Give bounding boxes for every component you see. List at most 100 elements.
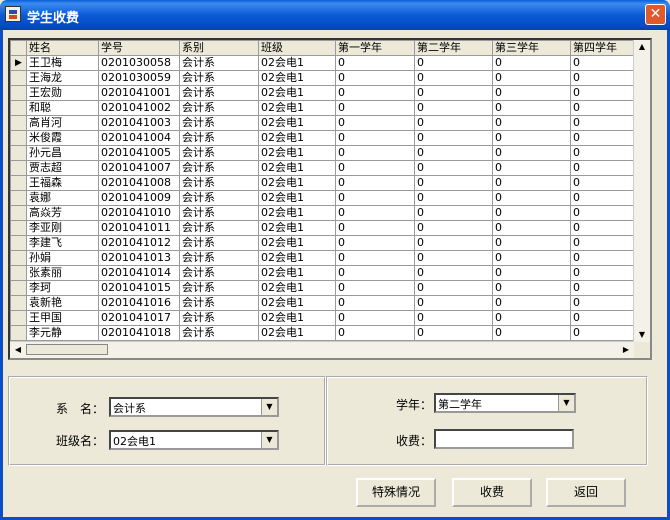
table-row[interactable]: 王海龙 0201030059 会计系 02会电1 0 0 0 0 xyxy=(10,70,635,86)
col-header-id[interactable]: 学号 xyxy=(98,40,180,56)
table-cell[interactable]: 02会电1 xyxy=(258,115,336,131)
table-cell[interactable]: 0 xyxy=(335,130,415,146)
table-cell[interactable]: 0 xyxy=(492,205,571,221)
table-cell[interactable]: 02会电1 xyxy=(258,130,336,146)
table-row[interactable]: 李亚刚 0201041011 会计系 02会电1 0 0 0 0 xyxy=(10,220,635,236)
table-cell[interactable]: 0 xyxy=(335,325,415,341)
horizontal-scroll-thumb[interactable] xyxy=(26,344,108,355)
table-cell[interactable]: 会计系 xyxy=(179,55,259,71)
table-cell[interactable]: 02会电1 xyxy=(258,280,336,296)
table-row[interactable]: 孙娟 0201041013 会计系 02会电1 0 0 0 0 xyxy=(10,250,635,266)
table-cell[interactable]: 02会电1 xyxy=(258,190,336,206)
table-row[interactable]: 李珂 0201041015 会计系 02会电1 0 0 0 0 xyxy=(10,280,635,296)
table-cell[interactable]: 高肖河 xyxy=(26,115,99,131)
col-header-name[interactable]: 姓名 xyxy=(26,40,99,56)
table-cell[interactable]: 02会电1 xyxy=(258,160,336,176)
table-cell[interactable]: 0 xyxy=(570,250,635,266)
table-cell[interactable]: 0 xyxy=(492,85,571,101)
table-cell[interactable]: 0 xyxy=(335,70,415,86)
row-selector[interactable] xyxy=(10,175,27,191)
table-cell[interactable]: 和聪 xyxy=(26,100,99,116)
table-cell[interactable]: 0 xyxy=(335,235,415,251)
col-header-class[interactable]: 班级 xyxy=(258,40,336,56)
table-cell[interactable]: 0 xyxy=(414,70,493,86)
chevron-down-icon[interactable]: ▼ xyxy=(261,432,277,448)
col-header-dept[interactable]: 系别 xyxy=(179,40,259,56)
row-selector[interactable] xyxy=(10,250,27,266)
table-cell[interactable]: 会计系 xyxy=(179,115,259,131)
table-cell[interactable]: 0 xyxy=(492,295,571,311)
table-cell[interactable]: 0 xyxy=(414,310,493,326)
table-cell[interactable]: 0 xyxy=(414,250,493,266)
horizontal-scrollbar[interactable]: ◀ ▶ xyxy=(10,341,634,358)
table-cell[interactable]: 0 xyxy=(492,325,571,341)
scroll-down-icon[interactable]: ▼ xyxy=(635,328,649,342)
table-cell[interactable]: 0 xyxy=(570,55,635,71)
table-cell[interactable]: 0201041012 xyxy=(98,235,180,251)
table-row[interactable]: 和聪 0201041002 会计系 02会电1 0 0 0 0 xyxy=(10,100,635,116)
table-cell[interactable]: 0201041008 xyxy=(98,175,180,191)
student-grid[interactable]: 姓名 学号 系别 班级 第一学年 第二学年 第三学年 第四学年 ▶ 王卫梅 0201… xyxy=(8,38,652,360)
table-cell[interactable]: 0 xyxy=(492,115,571,131)
table-cell[interactable]: 会计系 xyxy=(179,100,259,116)
chevron-down-icon[interactable]: ▼ xyxy=(558,395,574,411)
table-cell[interactable]: 0201041002 xyxy=(98,100,180,116)
table-cell[interactable]: 0201041013 xyxy=(98,250,180,266)
table-cell[interactable]: 0 xyxy=(570,115,635,131)
class-select[interactable]: 02会电1 ▼ xyxy=(109,430,279,450)
back-button[interactable]: 返回 xyxy=(546,478,626,507)
table-row[interactable]: 高肖河 0201041003 会计系 02会电1 0 0 0 0 xyxy=(10,115,635,131)
table-cell[interactable]: 0 xyxy=(335,85,415,101)
table-cell[interactable]: 会计系 xyxy=(179,325,259,341)
table-cell[interactable]: 0 xyxy=(492,145,571,161)
table-cell[interactable]: 0 xyxy=(570,145,635,161)
table-cell[interactable]: 0201030059 xyxy=(98,70,180,86)
row-selector[interactable] xyxy=(10,70,27,86)
table-cell[interactable]: 0 xyxy=(414,235,493,251)
table-cell[interactable]: 0201041009 xyxy=(98,190,180,206)
table-cell[interactable]: 02会电1 xyxy=(258,85,336,101)
table-cell[interactable]: 0 xyxy=(492,70,571,86)
table-cell[interactable]: 张素丽 xyxy=(26,265,99,281)
table-cell[interactable]: 0201041015 xyxy=(98,280,180,296)
table-cell[interactable]: 贾志超 xyxy=(26,160,99,176)
table-cell[interactable]: 王宏勋 xyxy=(26,85,99,101)
table-cell[interactable]: 0 xyxy=(570,190,635,206)
table-cell[interactable]: 0 xyxy=(492,220,571,236)
table-cell[interactable]: 0 xyxy=(335,55,415,71)
table-cell[interactable]: 0 xyxy=(492,175,571,191)
table-row[interactable]: 袁新艳 0201041016 会计系 02会电1 0 0 0 0 xyxy=(10,295,635,311)
table-cell[interactable]: 0 xyxy=(492,190,571,206)
table-cell[interactable]: 0 xyxy=(335,205,415,221)
table-cell[interactable]: 0 xyxy=(492,280,571,296)
table-cell[interactable]: 0201041017 xyxy=(98,310,180,326)
table-cell[interactable]: 会计系 xyxy=(179,85,259,101)
row-selector[interactable] xyxy=(10,115,27,131)
table-cell[interactable]: 0 xyxy=(570,265,635,281)
table-cell[interactable]: 会计系 xyxy=(179,70,259,86)
table-cell[interactable]: 02会电1 xyxy=(258,205,336,221)
table-cell[interactable]: 0 xyxy=(335,250,415,266)
scroll-right-icon[interactable]: ▶ xyxy=(619,343,633,357)
table-row[interactable]: 李建飞 0201041012 会计系 02会电1 0 0 0 0 xyxy=(10,235,635,251)
row-selector[interactable] xyxy=(10,145,27,161)
table-cell[interactable]: 0201041011 xyxy=(98,220,180,236)
table-cell[interactable]: 0201041018 xyxy=(98,325,180,341)
dept-select[interactable]: 会计系 ▼ xyxy=(109,397,279,417)
table-row[interactable]: 孙元昌 0201041005 会计系 02会电1 0 0 0 0 xyxy=(10,145,635,161)
table-row[interactable]: 袁娜 0201041009 会计系 02会电1 0 0 0 0 xyxy=(10,190,635,206)
table-row[interactable]: 王甲国 0201041017 会计系 02会电1 0 0 0 0 xyxy=(10,310,635,326)
table-cell[interactable]: 0 xyxy=(570,70,635,86)
row-selector[interactable] xyxy=(10,325,27,341)
table-cell[interactable]: 0 xyxy=(414,145,493,161)
table-cell[interactable]: 02会电1 xyxy=(258,325,336,341)
table-cell[interactable]: 0 xyxy=(492,250,571,266)
table-cell[interactable]: 0 xyxy=(570,160,635,176)
col-header-year3[interactable]: 第三学年 xyxy=(492,40,571,56)
table-cell[interactable]: 0 xyxy=(414,295,493,311)
table-cell[interactable]: 0 xyxy=(570,175,635,191)
table-cell[interactable]: 0 xyxy=(335,145,415,161)
table-cell[interactable]: 0 xyxy=(570,85,635,101)
row-selector[interactable] xyxy=(10,220,27,236)
table-cell[interactable]: 会计系 xyxy=(179,190,259,206)
